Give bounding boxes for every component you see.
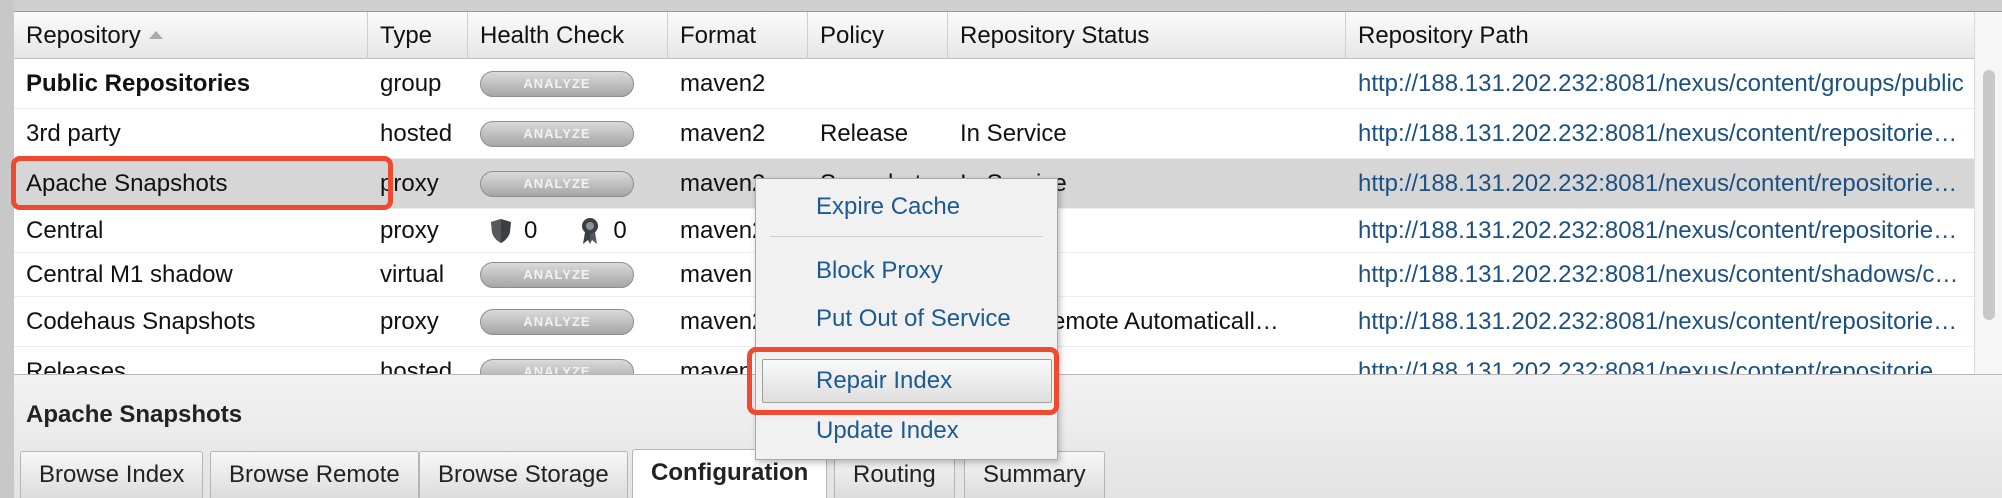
column-header-repository[interactable]: Repository <box>14 12 368 59</box>
repository-policy <box>808 59 948 108</box>
repository-type: proxy <box>380 307 439 335</box>
repository-policy: Release <box>820 119 909 147</box>
health-check-results[interactable]: 0 0 <box>490 217 668 245</box>
repository-name: Public Repositories <box>26 69 251 97</box>
repository-path-link[interactable]: http://188.131.202.232:8081/nexus/conten… <box>1346 109 1974 158</box>
tab-browse-index[interactable]: Browse Index <box>20 451 204 498</box>
tab-browse-remote[interactable]: Browse Remote <box>210 451 419 498</box>
repository-format: maven2 <box>680 119 766 147</box>
health-check-cell: ANALYZE <box>480 297 668 346</box>
repository-type: proxy <box>380 216 439 244</box>
repository-name: Central <box>26 216 104 244</box>
shield-icon <box>491 218 511 243</box>
repository-path-link[interactable]: http://188.131.202.232:8081/nexus/conten… <box>1346 347 1974 375</box>
table-row[interactable]: Public Repositories group ANALYZE maven2… <box>14 59 1974 109</box>
repository-name: Codehaus Snapshots <box>26 307 256 335</box>
column-header-repository-path[interactable]: Repository Path <box>1346 12 1974 59</box>
column-header-format[interactable]: Format <box>668 12 808 59</box>
menu-separator <box>770 236 1043 237</box>
menu-item-block-proxy[interactable]: Block Proxy <box>756 251 1057 291</box>
analyze-button[interactable]: ANALYZE <box>480 70 634 97</box>
award-ribbon-icon <box>582 217 599 244</box>
analyze-button[interactable]: ANALYZE <box>480 358 634 374</box>
panel-title: Apache Snapshots <box>26 401 243 428</box>
analyze-button[interactable]: ANALYZE <box>480 261 634 288</box>
menu-item-expire-cache[interactable]: Expire Cache <box>756 187 1057 227</box>
left-border <box>0 0 14 498</box>
repository-path-link[interactable]: http://188.131.202.232:8081/nexus/conten… <box>1346 209 1974 252</box>
repository-type: virtual <box>380 260 445 288</box>
repository-type: hosted <box>380 119 453 147</box>
repository-type: hosted <box>380 357 453 375</box>
tab-browse-storage[interactable]: Browse Storage <box>419 451 628 498</box>
repository-format: maven2 <box>680 69 766 97</box>
repository-name: Releases <box>26 357 127 375</box>
health-check-cell: ANALYZE <box>480 347 668 374</box>
table-row[interactable]: 3rd party hosted ANALYZE maven2 Release … <box>14 109 1974 159</box>
health-check-cell: ANALYZE <box>480 59 668 108</box>
column-header-health-check[interactable]: Health Check <box>468 12 668 59</box>
health-check-cell: ANALYZE <box>480 253 668 296</box>
analyze-button[interactable]: ANALYZE <box>480 120 634 147</box>
grid-vertical-scrollbar[interactable] <box>1974 12 2002 374</box>
column-header-label: Repository <box>26 22 141 49</box>
context-menu: Expire Cache Block Proxy Put Out of Serv… <box>755 178 1058 460</box>
analyze-button[interactable]: ANALYZE <box>480 170 634 197</box>
license-issue-count: 0 <box>613 216 627 244</box>
repository-path-link[interactable]: http://188.131.202.232:8081/nexus/conten… <box>1346 253 1974 296</box>
grid-header: Repository Type Health Check Format Poli… <box>14 12 1974 59</box>
repository-status <box>948 59 1346 108</box>
column-header-type[interactable]: Type <box>368 12 468 59</box>
nexus-repositories-view: Repository Type Health Check Format Poli… <box>0 0 2002 498</box>
repository-name: 3rd party <box>26 119 121 147</box>
repository-status: In Service <box>960 119 1067 147</box>
menu-item-update-index[interactable]: Update Index <box>756 411 1057 451</box>
analyze-button[interactable]: ANALYZE <box>480 308 634 335</box>
repository-type: group <box>380 69 442 97</box>
scrollbar-thumb[interactable] <box>1983 70 1995 320</box>
repository-path-link[interactable]: http://188.131.202.232:8081/nexus/conten… <box>1346 59 1974 108</box>
security-issue-count: 0 <box>524 216 538 244</box>
column-header-policy[interactable]: Policy <box>808 12 948 59</box>
annotation-highlight-selected-repository <box>11 156 393 210</box>
health-check-cell: 0 0 <box>480 209 668 252</box>
top-border <box>0 0 2002 12</box>
health-check-cell: ANALYZE <box>480 159 668 208</box>
sort-ascending-icon <box>148 30 163 39</box>
column-header-repository-status[interactable]: Repository Status <box>948 12 1346 59</box>
annotation-highlight-repair-index <box>747 347 1059 415</box>
menu-item-put-out-of-service[interactable]: Put Out of Service <box>756 299 1057 339</box>
health-check-cell: ANALYZE <box>480 109 668 158</box>
repository-path-link[interactable]: http://188.131.202.232:8081/nexus/conten… <box>1346 297 1974 346</box>
repository-name: Central M1 shadow <box>26 260 233 288</box>
repository-path-link[interactable]: http://188.131.202.232:8081/nexus/conten… <box>1346 159 1974 208</box>
